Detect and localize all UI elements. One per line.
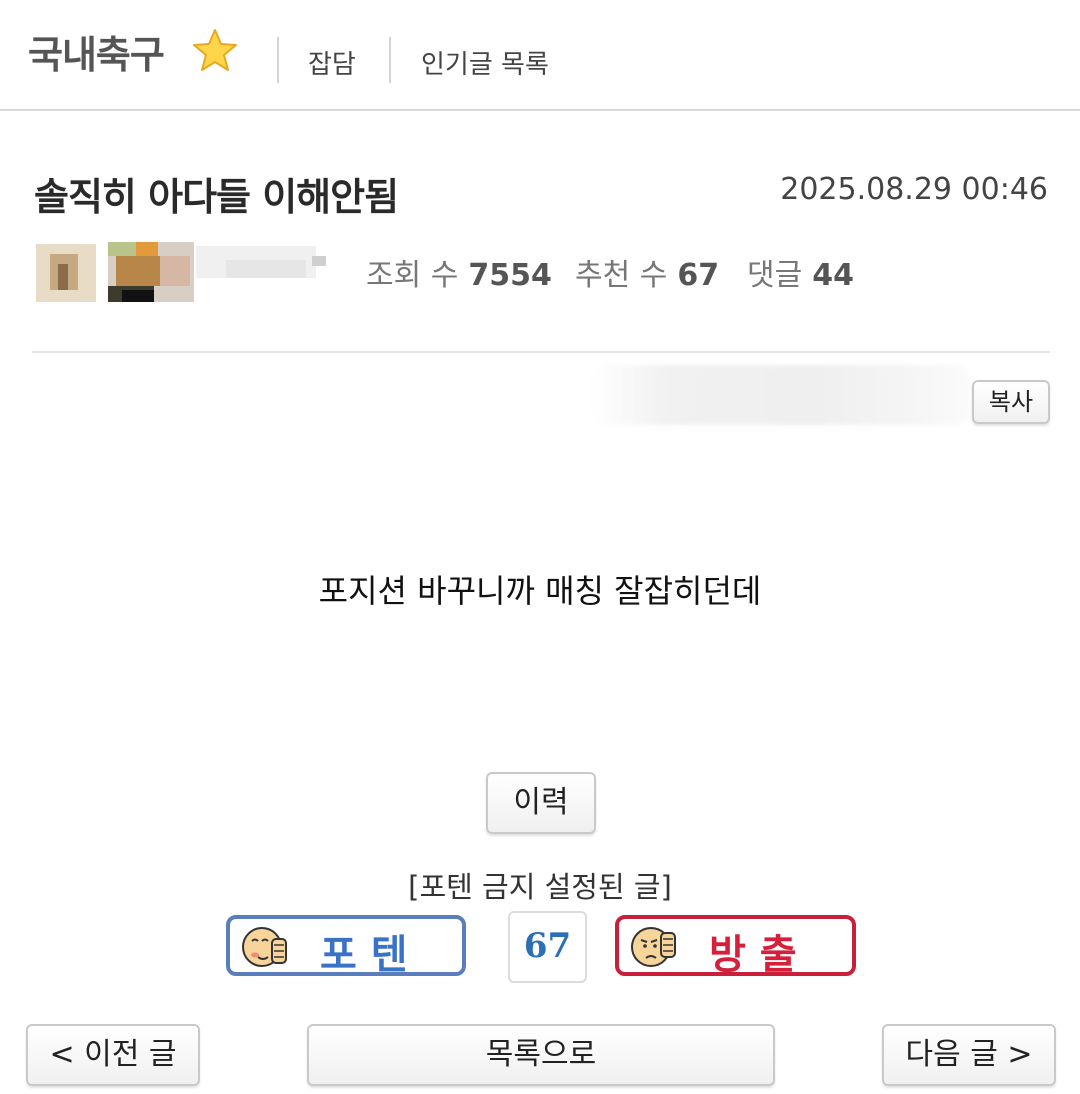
upvote-label: 포텐 xyxy=(320,932,422,978)
history-button[interactable]: 이력 xyxy=(486,772,596,834)
vote-count: 67 xyxy=(508,911,587,983)
view-count: 조회 수 7554 xyxy=(366,258,552,293)
potential-ban-note: [포텐 금지 설정된 글] xyxy=(408,870,672,904)
post-url-blurred xyxy=(590,365,970,425)
post-title: 솔직히 아다들 이해안됨 xyxy=(34,175,399,219)
post-date: 2025.08.29 00:46 xyxy=(780,172,1048,207)
recommend-count: 추천 수 67 xyxy=(575,258,720,293)
nav-separator xyxy=(389,37,391,83)
comment-count[interactable]: 댓글 44 xyxy=(747,250,854,294)
thumbs-down-face-icon xyxy=(631,927,676,967)
nav-separator xyxy=(277,37,279,83)
nav-chat-link[interactable]: 잡담 xyxy=(308,44,356,81)
header-divider xyxy=(32,351,1050,353)
downvote-button[interactable]: 방출 xyxy=(615,915,856,978)
back-to-list-button[interactable]: 목록으로 xyxy=(307,1024,775,1086)
top-bar: 국내축구 잡담 인기글 목록 xyxy=(0,0,1080,111)
board-title[interactable]: 국내축구 xyxy=(28,24,165,79)
star-icon[interactable] xyxy=(192,28,238,72)
author-avatar-blurred[interactable] xyxy=(36,240,336,304)
thumbs-up-face-icon xyxy=(242,927,287,967)
nav-popular-link[interactable]: 인기글 목록 xyxy=(421,44,549,81)
post-body: 포지션 바꾸니까 매칭 잘잡히던데 xyxy=(318,572,762,610)
copy-button[interactable]: 복사 xyxy=(972,380,1050,424)
prev-post-button[interactable]: < 이전 글 xyxy=(26,1024,200,1086)
next-post-button[interactable]: 다음 글 > xyxy=(882,1024,1056,1086)
upvote-button[interactable]: 포텐 xyxy=(226,915,466,978)
downvote-label: 방출 xyxy=(709,932,811,978)
